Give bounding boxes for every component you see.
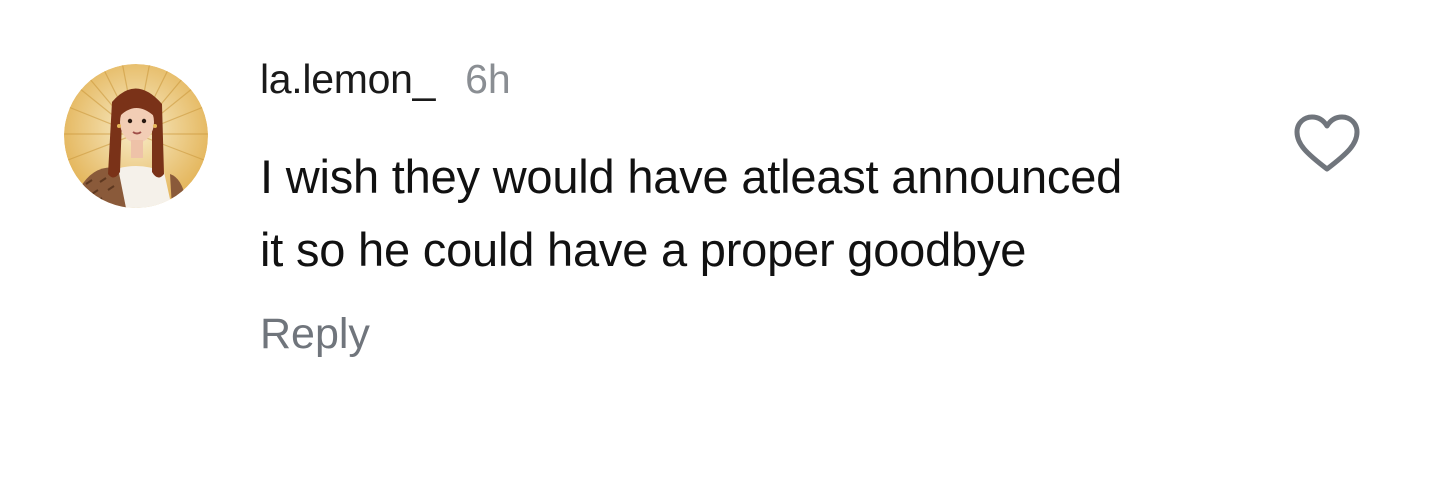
reply-button[interactable]: Reply [260,310,370,359]
like-button[interactable] [1292,113,1362,175]
avatar-illustration-icon [64,64,208,208]
comment-meta: la.lemon_ 6h [260,56,1260,116]
avatar[interactable] [64,64,208,208]
timestamp: 6h [465,56,511,102]
heart-outline-icon [1294,114,1360,172]
comment-content: la.lemon_ 6h I wish they would have atle… [260,56,1260,359]
comment-item: la.lemon_ 6h I wish they would have atle… [0,0,1440,495]
username-link[interactable]: la.lemon_ [260,56,435,103]
comment-text: I wish they would have atleast announced… [260,150,1123,276]
